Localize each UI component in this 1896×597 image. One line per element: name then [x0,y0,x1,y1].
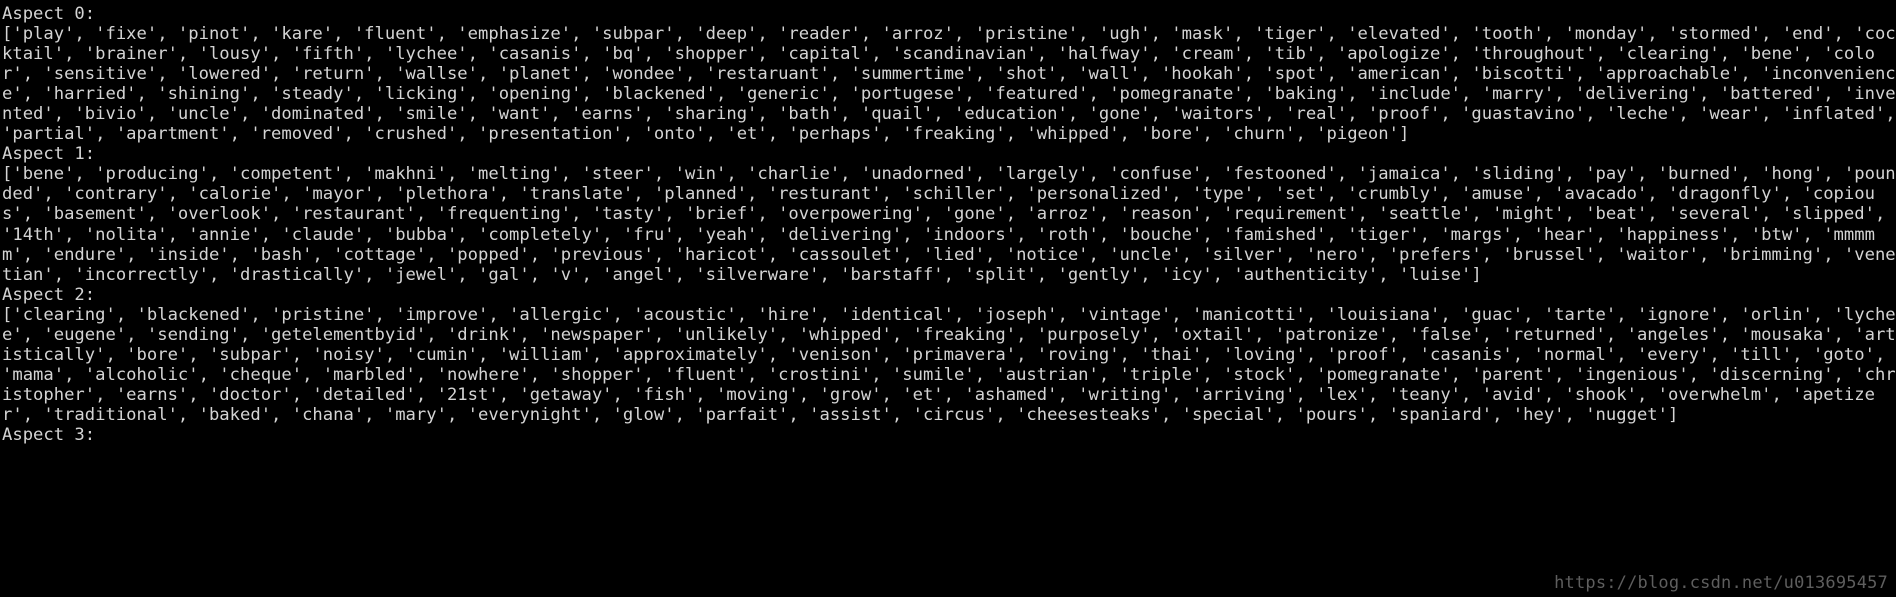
watermark-url: https://blog.csdn.net/u013695457 [1554,573,1888,593]
aspect-3-label: Aspect 3: [2,424,96,445]
aspect-2-list: ['clearing', 'blackened', 'pristine', 'i… [2,304,1896,425]
aspect-0-list: ['play', 'fixe', 'pinot', 'kare', 'fluen… [2,24,1896,145]
aspect-2-label: Aspect 2: [2,284,96,305]
aspect-1-label: Aspect 1: [2,144,96,165]
aspect-1-list: ['bene', 'producing', 'competent', 'makh… [2,164,1896,285]
console-output: Aspect 0: ['play', 'fixe', 'pinot', 'kar… [2,4,1896,445]
terminal-window: Aspect 0: ['play', 'fixe', 'pinot', 'kar… [0,0,1896,597]
aspect-0-label: Aspect 0: [2,4,96,24]
